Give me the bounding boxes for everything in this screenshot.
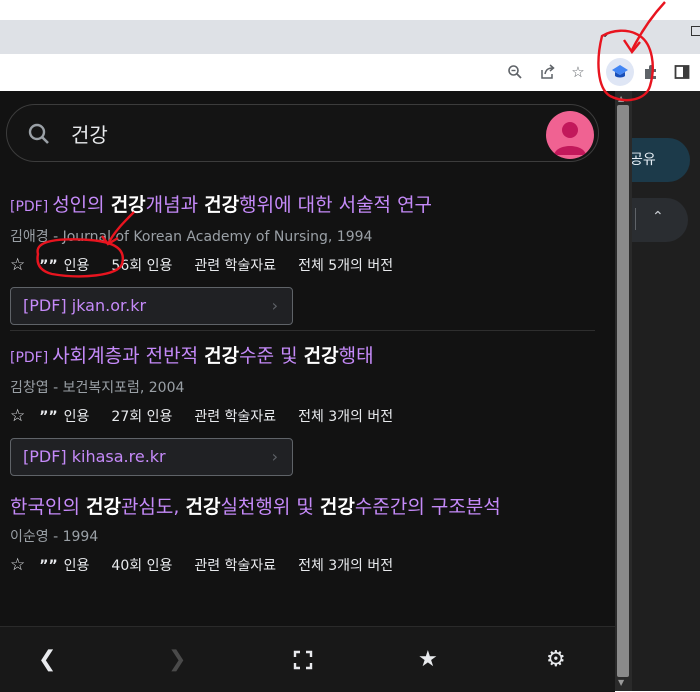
- versions-link[interactable]: 전체 3개의 버전: [298, 555, 393, 575]
- search-icon: [27, 122, 51, 146]
- chevron-right-icon: ›: [271, 296, 278, 315]
- popup-scrollbar[interactable]: ▲ ▼: [615, 91, 632, 691]
- title-keyword: 건강: [319, 496, 355, 518]
- save-star-icon[interactable]: ☆: [10, 555, 25, 575]
- cite-label: 인용: [63, 409, 90, 425]
- back-icon[interactable]: ❮: [38, 647, 56, 672]
- title-text: 행태: [338, 345, 374, 367]
- share-icon[interactable]: [537, 62, 557, 82]
- cite-label: 인용: [63, 258, 90, 274]
- cite-label: 인용: [63, 558, 90, 574]
- cite-button[interactable]: ”” 인용: [39, 555, 89, 575]
- quote-icon: ””: [39, 409, 58, 425]
- library-star-icon[interactable]: ★: [418, 647, 438, 672]
- divider: [10, 330, 595, 331]
- tab-bar: ⌄: [0, 20, 700, 54]
- related-link[interactable]: 관련 학술자료: [194, 406, 276, 426]
- versions-link[interactable]: 전체 3개의 버전: [298, 406, 393, 426]
- result-author: 김애경 - Journal of Korean Academy of Nursi…: [10, 229, 373, 245]
- title-text: 한국인의: [10, 496, 86, 518]
- title-text: 행위에 대한 서술적 연구: [239, 194, 433, 216]
- forward-icon[interactable]: ❯: [168, 647, 186, 672]
- result-actions: ☆ ”” 인용 27회 인용 관련 학술자료 전체 3개의 버전: [10, 405, 595, 427]
- title-text: 개념과: [145, 194, 205, 216]
- result-item: 한국인의 건강관심도, 건강실천행위 및 건강수준간의 구조분석 이순영 - 1…: [10, 494, 595, 576]
- pdf-tag: [PDF]: [10, 350, 49, 366]
- pdf-link-label: [PDF] kihasa.re.kr: [23, 447, 166, 466]
- search-input[interactable]: [69, 120, 493, 146]
- bookmark-star-icon[interactable]: ☆: [568, 62, 588, 82]
- result-actions: ☆ ”” 인용 56회 인용 관련 학술자료 전체 5개의 버전: [10, 254, 595, 276]
- pdf-link-button[interactable]: [PDF] jkan.or.kr ›: [10, 287, 293, 325]
- toolbar: ☆: [0, 54, 700, 92]
- title-keyword: 건강: [185, 496, 221, 518]
- result-title[interactable]: [PDF] 성인의 건강개념과 건강행위에 대한 서술적 연구: [10, 192, 595, 220]
- title-text: 실천행위 및: [220, 496, 320, 518]
- puzzle-icon[interactable]: [641, 62, 661, 82]
- related-link[interactable]: 관련 학술자료: [194, 255, 276, 275]
- avatar[interactable]: [546, 111, 594, 159]
- chevron-up-icon[interactable]: ⌃: [652, 209, 664, 225]
- title-keyword: 건강: [85, 496, 121, 518]
- cite-button[interactable]: ”” 인용: [39, 255, 89, 275]
- title-text: 수준 및: [239, 345, 304, 367]
- share-label: 공유: [630, 152, 656, 168]
- result-item: [PDF] 사회계층과 전반적 건강수준 및 건강행태 김창엽 - 보건복지포럼,…: [10, 343, 595, 476]
- title-text: 사회계층과 전반적: [52, 345, 205, 367]
- quote-icon: ””: [39, 558, 58, 574]
- cite-button[interactable]: ”” 인용: [39, 406, 89, 426]
- settings-gear-icon[interactable]: ⚙: [546, 647, 566, 672]
- divider: [635, 208, 636, 230]
- quote-icon: ””: [39, 258, 58, 274]
- scroll-down-arrow-icon[interactable]: ▼: [618, 678, 624, 687]
- scholar-extension-icon[interactable]: [606, 58, 634, 86]
- page-collapse-control[interactable]: ⌃: [630, 198, 688, 242]
- result-title[interactable]: 한국인의 건강관심도, 건강실천행위 및 건강수준간의 구조분석: [10, 494, 595, 520]
- scrollbar-thumb[interactable]: [617, 105, 629, 677]
- window-restore-icon[interactable]: [691, 26, 700, 36]
- cited-by-link[interactable]: 40회 인용: [111, 555, 172, 575]
- save-star-icon[interactable]: ☆: [10, 406, 25, 426]
- result-author: 김창엽 - 보건복지포럼, 2004: [10, 380, 185, 396]
- chevron-right-icon: ›: [271, 447, 278, 466]
- title-keyword: 건강: [110, 194, 146, 216]
- save-star-icon[interactable]: ☆: [10, 255, 25, 275]
- scroll-up-arrow-icon[interactable]: ▲: [618, 94, 624, 103]
- result-item: [PDF] 성인의 건강개념과 건강행위에 대한 서술적 연구 김애경 - Jou…: [10, 192, 595, 325]
- chevron-down-icon[interactable]: ⌄: [600, 26, 610, 40]
- title-keyword: 건강: [204, 194, 240, 216]
- window-top-strip: [0, 0, 700, 20]
- result-title[interactable]: [PDF] 사회계층과 전반적 건강수준 및 건강행태: [10, 343, 595, 371]
- popup-footer: ❮ ❯ ★ ⚙: [0, 626, 615, 692]
- title-keyword: 건강: [204, 345, 240, 367]
- pdf-link-label: [PDF] jkan.or.kr: [23, 296, 147, 315]
- side-panel-icon[interactable]: [672, 62, 692, 82]
- fullscreen-icon[interactable]: [292, 647, 314, 677]
- title-keyword: 건강: [303, 345, 339, 367]
- cited-by-link[interactable]: 27회 인용: [111, 406, 172, 426]
- cited-by-link[interactable]: 56회 인용: [111, 255, 172, 275]
- zoom-icon[interactable]: [505, 62, 525, 82]
- result-actions: ☆ ”” 인용 40회 인용 관련 학술자료 전체 3개의 버전: [10, 554, 595, 576]
- result-author: 이순영 - 1994: [10, 529, 99, 545]
- pdf-link-button[interactable]: [PDF] kihasa.re.kr ›: [10, 438, 293, 476]
- title-text: 성인의: [52, 194, 111, 216]
- search-bar: [6, 104, 599, 162]
- related-link[interactable]: 관련 학술자료: [194, 555, 276, 575]
- versions-link[interactable]: 전체 5개의 버전: [298, 255, 393, 275]
- scholar-popup: [PDF]성인의 건강개념과 건강행위에 대한 서술적 연구 김애경 - Jou…: [0, 91, 615, 692]
- pdf-tag: [PDF]: [10, 199, 49, 215]
- title-text: 관심도,: [120, 496, 186, 518]
- title-text: 수준간의 구조분석: [354, 496, 501, 518]
